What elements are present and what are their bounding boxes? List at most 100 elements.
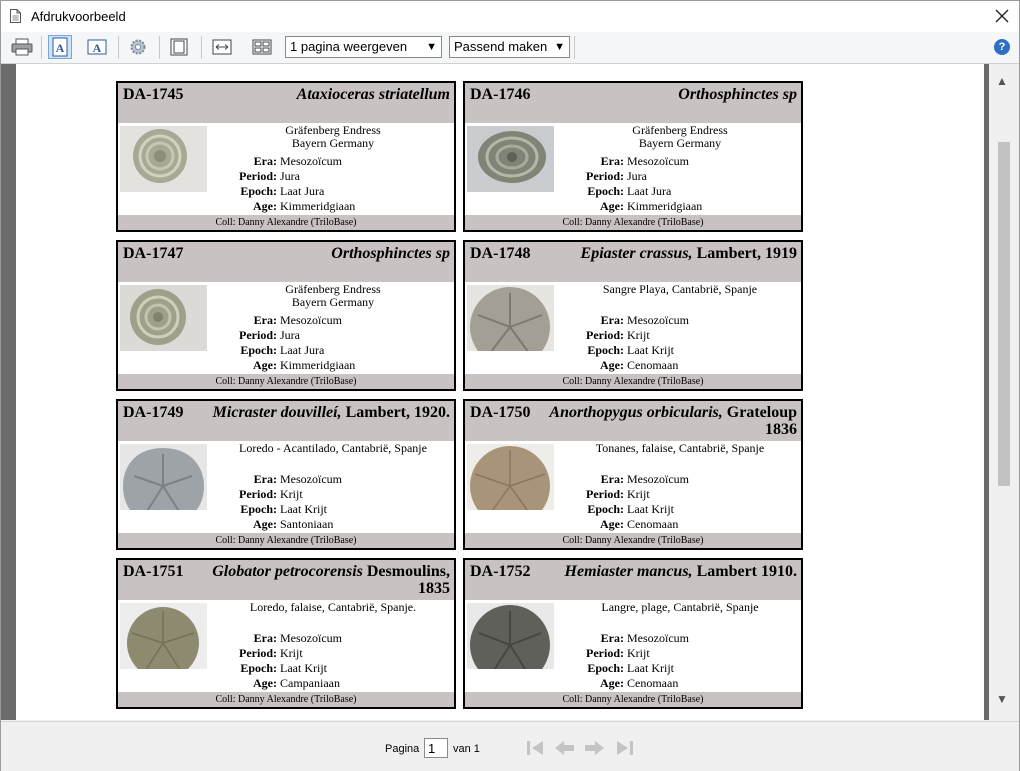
- specimen-card: DA-1747 Orthosphinctes sp Gräfenberg End…: [116, 240, 456, 391]
- toolbar: A A 1 pagina weergeven ▼ Passend maken ▼…: [1, 32, 1019, 64]
- landscape-button[interactable]: A: [85, 35, 109, 59]
- species-name: Micraster douvilleí, Lambert, 1920.: [212, 404, 450, 421]
- portrait-button[interactable]: A: [48, 35, 72, 59]
- locality: Sangre Playa, Cantabrië, Spanje: [602, 282, 758, 296]
- locality: Gräfenberg Endress Bayern Germany: [632, 123, 728, 150]
- specimen-id: DA-1746: [470, 86, 531, 103]
- zoom-select[interactable]: Passend maken ▼: [449, 36, 570, 58]
- stratigraphy: Era: Mesozoïcum Period: Krijt Epoch: Laat K…: [586, 313, 689, 372]
- specimen-card: DA-1749 Micraster douvilleí, Lambert, 19…: [116, 399, 456, 550]
- multiple-pages-icon: [252, 39, 272, 55]
- first-page-icon: [527, 741, 543, 755]
- collection-credit: Coll: Danny Alexandre (TriloBase): [465, 215, 801, 230]
- next-page-button[interactable]: [584, 738, 606, 758]
- specimen-id: DA-1749: [123, 404, 184, 421]
- last-page-icon: [617, 741, 633, 755]
- species-name: Orthosphinctes sp: [331, 245, 450, 262]
- fossil-photo: [120, 285, 207, 351]
- specimen-id: DA-1748: [470, 245, 531, 262]
- species-name: Orthosphinctes sp: [678, 86, 797, 103]
- print-button[interactable]: [10, 35, 34, 59]
- specimen-card: DA-1745 Ataxioceras striatellum Gräfenbe…: [116, 81, 456, 232]
- specimen-card: DA-1746 Orthosphinctes sp Gräfenberg End…: [463, 81, 803, 232]
- page-label: Pagina: [385, 743, 420, 755]
- close-icon: [995, 9, 1009, 23]
- fossil-photo: [120, 444, 207, 510]
- page-width-button[interactable]: [210, 35, 234, 59]
- fossil-photo: [467, 603, 554, 669]
- stratigraphy: Era: Mesozoïcum Period: Krijt Epoch: Laat K…: [239, 472, 342, 531]
- species-name: Ataxioceras striatellum: [296, 86, 450, 103]
- chevron-down-icon: ▼: [426, 41, 437, 53]
- stratigraphy: Era: Mesozoïcum Period: Jura Epoch: Laat Ju…: [586, 154, 703, 213]
- page-number-input[interactable]: 1: [424, 738, 448, 758]
- page-count-label: van 1: [453, 743, 480, 755]
- species-name: Globator petrocorensis Desmoulins, 1835: [212, 563, 450, 597]
- arrow-right-icon: [585, 741, 604, 755]
- zoom-select-value: Passend maken: [454, 39, 548, 54]
- multiple-pages-button[interactable]: [250, 35, 274, 59]
- close-button[interactable]: [991, 5, 1013, 27]
- window-title: Afdrukvoorbeeld: [31, 9, 126, 24]
- specimen-id: DA-1751: [123, 563, 184, 580]
- title-bar: Afdrukvoorbeeld: [1, 1, 1019, 32]
- help-button[interactable]: ?: [994, 39, 1010, 55]
- landscape-page-icon: A: [87, 39, 107, 55]
- collection-credit: Coll: Danny Alexandre (TriloBase): [118, 692, 454, 707]
- portrait-page-icon: A: [52, 37, 68, 57]
- specimen-id: DA-1752: [470, 563, 531, 580]
- specimen-card: DA-1750 Anorthopygus orbicularis, Gratel…: [463, 399, 803, 550]
- pages-view-select[interactable]: 1 pagina weergeven ▼: [285, 36, 442, 58]
- species-name: Anorthopygus orbicularis, Grateloup 1836: [549, 404, 797, 438]
- document-icon: [10, 9, 21, 23]
- preview-page: DA-1745 Ataxioceras striatellum Gräfenbe…: [16, 64, 984, 720]
- collection-credit: Coll: Danny Alexandre (TriloBase): [465, 374, 801, 389]
- whole-page-icon: [170, 38, 188, 56]
- locality: Loredo - Acantilado, Cantabrië, Spanje: [239, 441, 427, 455]
- collection-credit: Coll: Danny Alexandre (TriloBase): [465, 533, 801, 548]
- locality: Gräfenberg Endress Bayern Germany: [285, 123, 381, 150]
- stratigraphy: Era: Mesozoïcum Period: Krijt Epoch: Laat K…: [586, 631, 689, 690]
- gear-icon: [130, 39, 146, 55]
- page-setup-button[interactable]: [126, 35, 150, 59]
- first-page-button[interactable]: [524, 738, 546, 758]
- locality: Loredo, falaise, Cantabrië, Spanje.: [249, 600, 417, 614]
- collection-credit: Coll: Danny Alexandre (TriloBase): [118, 533, 454, 548]
- chevron-down-icon: ▼: [554, 41, 565, 53]
- specimen-card: DA-1748 Epiaster crassus, Lambert, 1919: [463, 240, 803, 391]
- scroll-up-icon[interactable]: ▲: [996, 74, 1008, 88]
- svg-text:A: A: [93, 41, 102, 55]
- scroll-thumb[interactable]: [998, 142, 1010, 486]
- specimen-id: DA-1750: [470, 404, 531, 421]
- species-name: Hemiaster mancus, Lambert 1910.: [564, 563, 797, 580]
- fossil-photo: [120, 603, 207, 669]
- svg-text:A: A: [56, 41, 65, 55]
- fossil-photo: [467, 285, 554, 351]
- specimen-card: DA-1752 Hemiaster mancus, Lambert 1910.: [463, 558, 803, 709]
- species-name: Epiaster crassus, Lambert, 1919: [580, 245, 797, 262]
- page-width-icon: [212, 39, 232, 55]
- scroll-down-icon[interactable]: ▼: [996, 692, 1008, 706]
- collection-credit: Coll: Danny Alexandre (TriloBase): [465, 692, 801, 707]
- locality: Langre, plage, Cantabrië, Spanje: [601, 600, 759, 614]
- stratigraphy: Era: Mesozoïcum Period: Krijt Epoch: Laat K…: [239, 631, 342, 690]
- preview-area: DA-1745 Ataxioceras striatellum Gräfenbe…: [1, 64, 1019, 720]
- stratigraphy: Era: Mesozoïcum Period: Jura Epoch: Laat Ju…: [239, 313, 356, 372]
- specimen-id: DA-1747: [123, 245, 184, 262]
- last-page-button[interactable]: [614, 738, 636, 758]
- collection-credit: Coll: Danny Alexandre (TriloBase): [118, 215, 454, 230]
- arrow-left-icon: [555, 741, 574, 755]
- specimen-card: DA-1751 Globator petrocorensis Desmoulin…: [116, 558, 456, 709]
- stratigraphy: Era: Mesozoïcum Period: Jura Epoch: Laat Ju…: [239, 154, 356, 213]
- fossil-photo: [467, 126, 554, 192]
- stratigraphy: Era: Mesozoïcum Period: Krijt Epoch: Laat K…: [586, 472, 689, 531]
- fossil-photo: [467, 444, 554, 510]
- page-navigation-bar: Pagina 1 van 1: [1, 721, 1019, 771]
- printer-icon: [11, 38, 33, 56]
- previous-page-button[interactable]: [553, 738, 575, 758]
- whole-page-button[interactable]: [167, 35, 191, 59]
- help-icon: ?: [998, 41, 1006, 53]
- vertical-scrollbar[interactable]: ▲ ▼: [989, 64, 1019, 720]
- print-preview-window: Afdrukvoorbeeld A A 1 pagina weergeven ▼…: [0, 0, 1020, 771]
- locality: Tonanes, falaise, Cantabrië, Spanje: [595, 441, 765, 455]
